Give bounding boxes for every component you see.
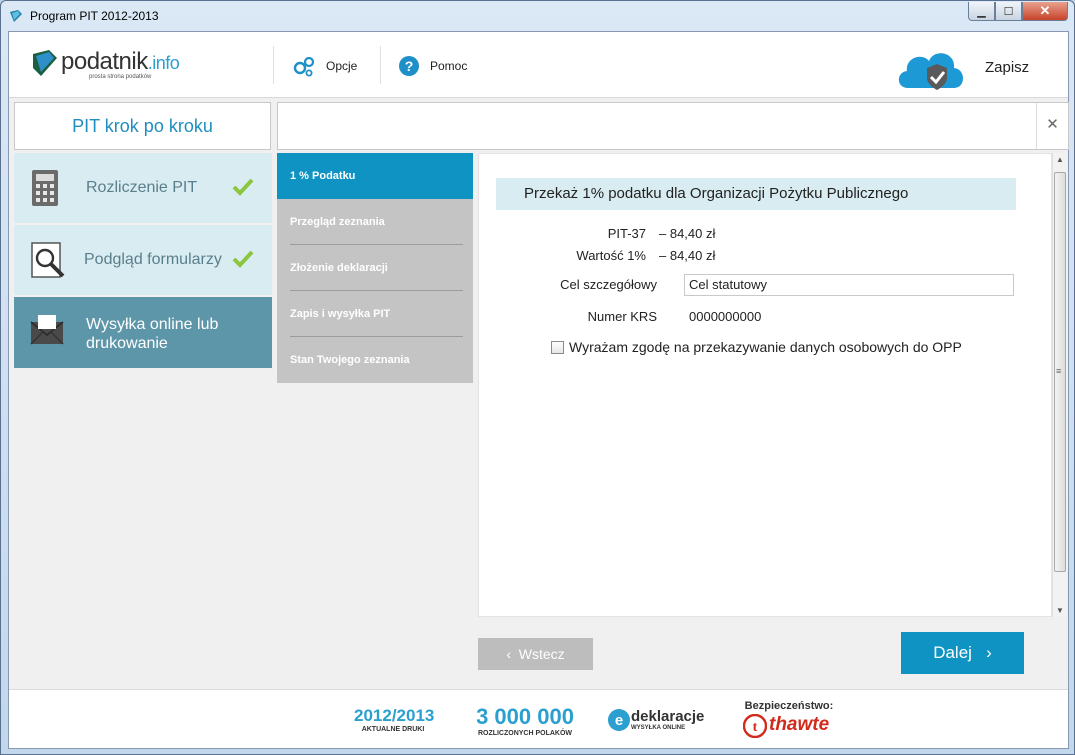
goal-label: Cel szczegółowy [560,277,657,292]
thawte-icon: t [743,714,767,738]
svg-text:?: ? [405,58,414,74]
grip-icon: ≡ [1056,366,1062,376]
nav-item-label-line1: Wysyłka online lub [86,316,219,333]
thawte-brand: thawte [769,714,830,735]
badge-big: deklaracje [631,708,705,725]
nav-item-label: Rozliczenie PIT [86,179,198,196]
help-label: Pomoc [430,59,468,73]
badge-big: 3 000 000 [476,704,574,729]
krs-label: Numer KRS [587,309,657,324]
pit-value: – 84,40 zł [659,226,716,241]
logo-tld: .info [147,53,180,73]
header-divider [380,46,381,84]
step-tab-stan[interactable]: Stan Twojego zeznania [277,337,473,383]
save-label[interactable]: Zapisz [985,59,1029,76]
magnifier-document-icon [31,242,65,278]
help-icon: ? [399,56,419,76]
logo-subtitle: prosta strona podatków [89,74,152,80]
close-window-button[interactable]: ✕ [1022,2,1068,21]
logo-main: podatnik [61,48,148,75]
logo-book-icon [33,50,57,76]
options-button[interactable]: Opcje [292,54,357,78]
step-list: 1 % Podatku Przegląd zeznania Złożenie d… [277,153,473,383]
scrollbar-thumb[interactable]: ≡ [1054,172,1066,572]
options-icon [293,56,315,77]
options-label: Opcje [326,59,358,73]
e-deklaracje-icon: e [608,709,630,731]
footer-badges: 2012/2013 AKTUALNE DRUKI 3 000 000 ROZLI… [9,689,1068,748]
podatnik-logo[interactable]: podatnik.info prosta strona podatków [31,46,191,86]
step-tab-zapis[interactable]: Zapis i wysyłka PIT [277,291,473,337]
pit-label: PIT-37 [607,226,646,241]
nav-item-podglad[interactable]: Podgląd formularzy [14,225,272,295]
scroll-down-icon[interactable]: ▼ [1056,606,1064,615]
close-icon[interactable]: ✕ [1036,103,1068,149]
app-client-area: podatnik.info prosta strona podatków Opc… [8,31,1069,749]
nav-item-label: Podgląd formularzy [84,251,222,268]
calculator-icon [32,170,58,206]
badge-e-deklaracje: e deklaracje WYSYŁKA ONLINE [607,708,705,731]
back-label: Wstecz [518,646,565,662]
goal-input[interactable]: Cel statutowy [684,274,1014,296]
checkmark-icon [232,178,254,196]
minimize-button[interactable]: ▁ [968,2,995,21]
step-tab-zlozenie[interactable]: Złożenie deklaracji [277,245,473,291]
badge-small: WYSYŁKA ONLINE [631,725,686,731]
nav-item-wysylka[interactable]: Wysyłka online lub drukowanie [14,297,272,368]
checkmark-icon [232,250,254,268]
next-button[interactable]: Dalej › [901,632,1024,674]
badge-thawte: Bezpieczeństwo: t thawte [743,700,835,738]
help-button[interactable]: ? Pomoc [398,54,467,78]
vertical-scrollbar[interactable]: ▲ ≡ ▼ [1052,153,1067,617]
form-panel: Przekaż 1% podatku dla Organizacji Pożyt… [478,153,1052,617]
nav-item-rozliczenie[interactable]: Rozliczenie PIT [14,153,272,223]
step-tab-przeglad[interactable]: Przegląd zeznania [277,199,473,245]
svg-text:e: e [615,712,623,729]
top-info-bar: ✕ [277,102,1069,150]
percent-value: – 84,40 zł [659,248,716,263]
header-divider [273,46,274,84]
consent-label[interactable]: Wyrażam zgodę na przekazywanie danych os… [569,339,962,355]
nav-item-label-line2: drukowanie [86,335,168,352]
app-icon [10,10,22,22]
badge-big: 2012/2013 [354,706,435,725]
cloud-save-icon[interactable] [894,44,966,92]
svg-text:t: t [753,720,758,735]
percent-label: Wartość 1% [576,248,646,263]
scroll-up-icon[interactable]: ▲ [1056,155,1064,164]
section-heading: Przekaż 1% podatku dla Organizacji Pożyt… [496,178,1016,210]
envelope-icon [30,315,64,345]
next-label: Dalej [933,643,972,662]
consent-checkbox[interactable] [551,341,564,354]
pit-step-title: PIT krok po kroku [14,102,271,150]
app-header: podatnik.info prosta strona podatków Opc… [9,32,1068,98]
badge-rozliczonych: 3 000 000 ROZLICZONYCH POLAKÓW [474,704,576,737]
badge-small: ROZLICZONYCH POLAKÓW [477,730,573,737]
step-tab-1-procent[interactable]: 1 % Podatku [277,153,473,199]
app-window: Program PIT 2012-2013 ▁ ☐ ✕ podatnik.inf… [0,0,1075,755]
krs-value[interactable]: 0000000000 [689,309,761,324]
nav-item-label: Wysyłka online lub drukowanie [86,315,218,353]
back-button[interactable]: ‹ Wstecz [478,638,593,670]
badge-aktualne-druki: 2012/2013 AKTUALNE DRUKI [354,706,435,733]
maximize-button[interactable]: ☐ [995,2,1022,21]
window-title: Program PIT 2012-2013 [30,9,159,23]
security-title: Bezpieczeństwo: [744,700,834,712]
title-bar: Program PIT 2012-2013 ▁ ☐ ✕ [1,1,1074,31]
left-navigation: Rozliczenie PIT Podgląd formularzy Wysył… [14,153,272,370]
badge-small: AKTUALNE DRUKI [361,726,425,733]
